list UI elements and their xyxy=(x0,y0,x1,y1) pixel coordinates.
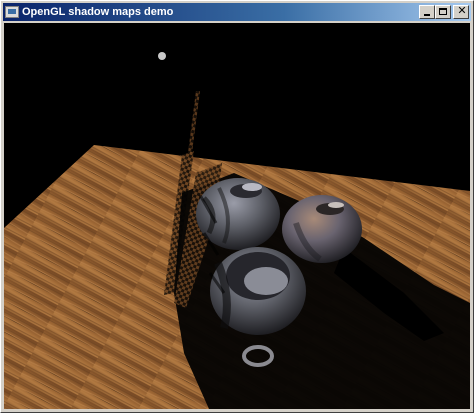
teapot-back-right xyxy=(282,195,362,263)
opengl-viewport[interactable] xyxy=(4,23,470,409)
scene-render xyxy=(4,52,470,409)
minimize-button[interactable] xyxy=(419,5,435,19)
title-bar[interactable]: OpenGL shadow maps demo ✕ xyxy=(3,3,471,21)
light-source xyxy=(158,52,166,60)
maximize-button[interactable] xyxy=(435,5,451,19)
minimize-icon xyxy=(424,14,430,16)
window-title: OpenGL shadow maps demo xyxy=(22,6,174,18)
application-window: OpenGL shadow maps demo ✕ xyxy=(0,0,474,413)
maximize-icon xyxy=(439,8,447,15)
app-icon[interactable] xyxy=(5,6,19,18)
caption-buttons: ✕ xyxy=(419,5,469,19)
close-icon: ✕ xyxy=(457,4,467,17)
close-button[interactable]: ✕ xyxy=(453,5,469,19)
